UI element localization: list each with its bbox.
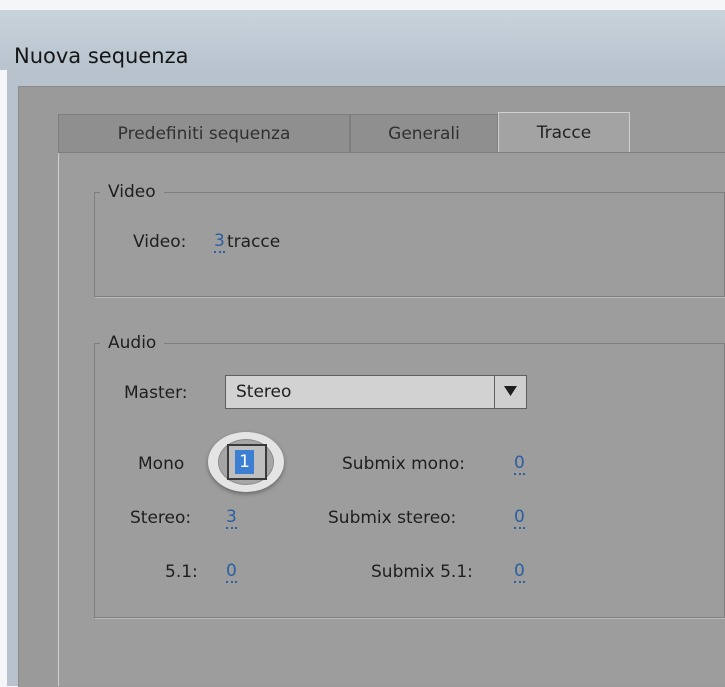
video-tracks-value[interactable]: 3	[214, 232, 225, 253]
master-select[interactable]: Stereo	[225, 375, 527, 409]
tab-predefiniti-sequenza[interactable]: Predefiniti sequenza	[58, 114, 350, 152]
title-bar[interactable]: Nuova sequenza	[0, 10, 725, 70]
master-select-value: Stereo	[236, 382, 292, 402]
stereo-tracks-value[interactable]: 3	[226, 508, 237, 529]
mono-tracks-input[interactable]: 1	[227, 444, 267, 480]
video-tracks-suffix: tracce	[227, 232, 281, 252]
submix-mono-value[interactable]: 0	[514, 454, 525, 475]
submix-51-label: Submix 5.1:	[371, 562, 473, 582]
mono-tracks-value: 1	[235, 450, 254, 474]
video-legend: Video	[100, 182, 164, 202]
submix-51-value[interactable]: 0	[514, 562, 525, 583]
submix-stereo-value[interactable]: 0	[514, 508, 525, 529]
master-label: Master:	[124, 383, 188, 403]
five-one-tracks-value[interactable]: 0	[226, 562, 237, 583]
audio-legend: Audio	[100, 333, 165, 353]
mono-label: Mono	[138, 454, 185, 474]
master-dropdown-button[interactable]	[494, 376, 526, 408]
video-label: Video:	[133, 232, 187, 252]
tab-generali[interactable]: Generali	[350, 114, 498, 152]
submix-mono-label: Submix mono:	[342, 454, 465, 474]
triangle-down-icon	[504, 386, 517, 396]
stereo-label: Stereo:	[130, 508, 192, 528]
window-title: Nuova sequenza	[14, 44, 189, 68]
submix-stereo-label: Submix stereo:	[328, 508, 457, 528]
five-one-label: 5.1:	[165, 562, 198, 582]
video-group	[94, 192, 725, 297]
tab-tracce[interactable]: Tracce	[498, 112, 630, 152]
